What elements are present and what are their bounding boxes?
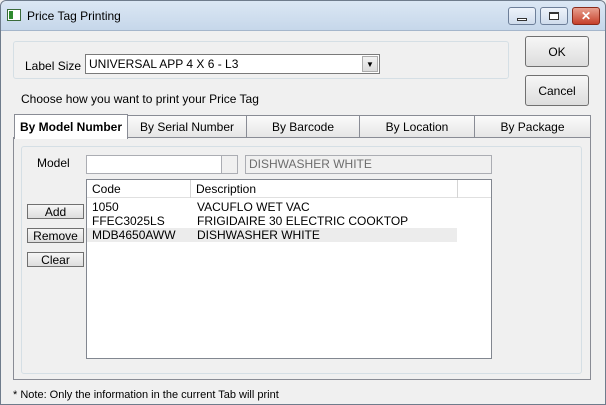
table-row[interactable]: 1050 VACUFLO WET VAC: [87, 200, 457, 214]
column-header-filler: [458, 180, 491, 198]
tab-by-model-number[interactable]: By Model Number: [14, 114, 128, 139]
minimize-icon: [517, 17, 527, 21]
close-icon: ✕: [580, 9, 592, 23]
model-description-field: DISHWASHER WHITE: [245, 155, 492, 174]
tab-by-location[interactable]: By Location: [359, 115, 475, 137]
column-header-code[interactable]: Code: [87, 180, 191, 198]
tab-by-barcode[interactable]: By Barcode: [246, 115, 360, 137]
chevron-down-icon[interactable]: ▼: [362, 56, 378, 72]
title-bar[interactable]: Price Tag Printing ✕: [1, 1, 605, 31]
model-label: Model: [37, 156, 70, 170]
app-icon: [7, 9, 21, 21]
table-row[interactable]: FFEC3025LS FRIGIDAIRE 30 ELECTRIC COOKTO…: [87, 214, 457, 228]
add-button[interactable]: Add: [27, 204, 84, 219]
row-description: FRIGIDAIRE 30 ELECTRIC COOKTOP: [197, 214, 409, 228]
model-input[interactable]: [86, 155, 238, 174]
tab-by-serial-number[interactable]: By Serial Number: [127, 115, 247, 137]
remove-button[interactable]: Remove: [27, 228, 84, 243]
row-description: DISHWASHER WHITE: [197, 228, 320, 242]
table-row-selected[interactable]: MDB4650AWW DISHWASHER WHITE: [87, 228, 457, 242]
maximize-icon: [549, 12, 559, 20]
model-lookup-button[interactable]: [221, 156, 237, 173]
row-code: 1050: [92, 200, 119, 214]
ok-button[interactable]: OK: [525, 36, 589, 67]
window-title: Price Tag Printing: [27, 9, 121, 23]
row-code: FFEC3025LS: [92, 214, 165, 228]
instruction-text: Choose how you want to print your Price …: [21, 92, 259, 106]
label-size-select[interactable]: UNIVERSAL APP 4 X 6 - L3 ▼: [85, 54, 380, 74]
tab-by-package[interactable]: By Package: [474, 115, 591, 137]
footer-note: * Note: Only the information in the curr…: [13, 389, 279, 401]
maximize-button[interactable]: [540, 7, 568, 25]
label-size-value: UNIVERSAL APP 4 X 6 - L3: [89, 57, 239, 71]
row-code: MDB4650AWW: [92, 228, 176, 242]
column-header-description[interactable]: Description: [191, 180, 458, 198]
minimize-button[interactable]: [508, 7, 536, 25]
row-description: VACUFLO WET VAC: [197, 200, 310, 214]
label-size-label: Label Size: [25, 59, 82, 73]
close-button[interactable]: ✕: [572, 7, 600, 25]
cancel-button[interactable]: Cancel: [525, 75, 589, 106]
model-list[interactable]: Code Description 1050 VACUFLO WET VAC FF…: [86, 179, 492, 359]
price-tag-printing-window: Price Tag Printing ✕ Label Size UNIVERSA…: [0, 0, 606, 405]
list-header: Code Description: [87, 180, 491, 198]
clear-button[interactable]: Clear: [27, 252, 84, 267]
